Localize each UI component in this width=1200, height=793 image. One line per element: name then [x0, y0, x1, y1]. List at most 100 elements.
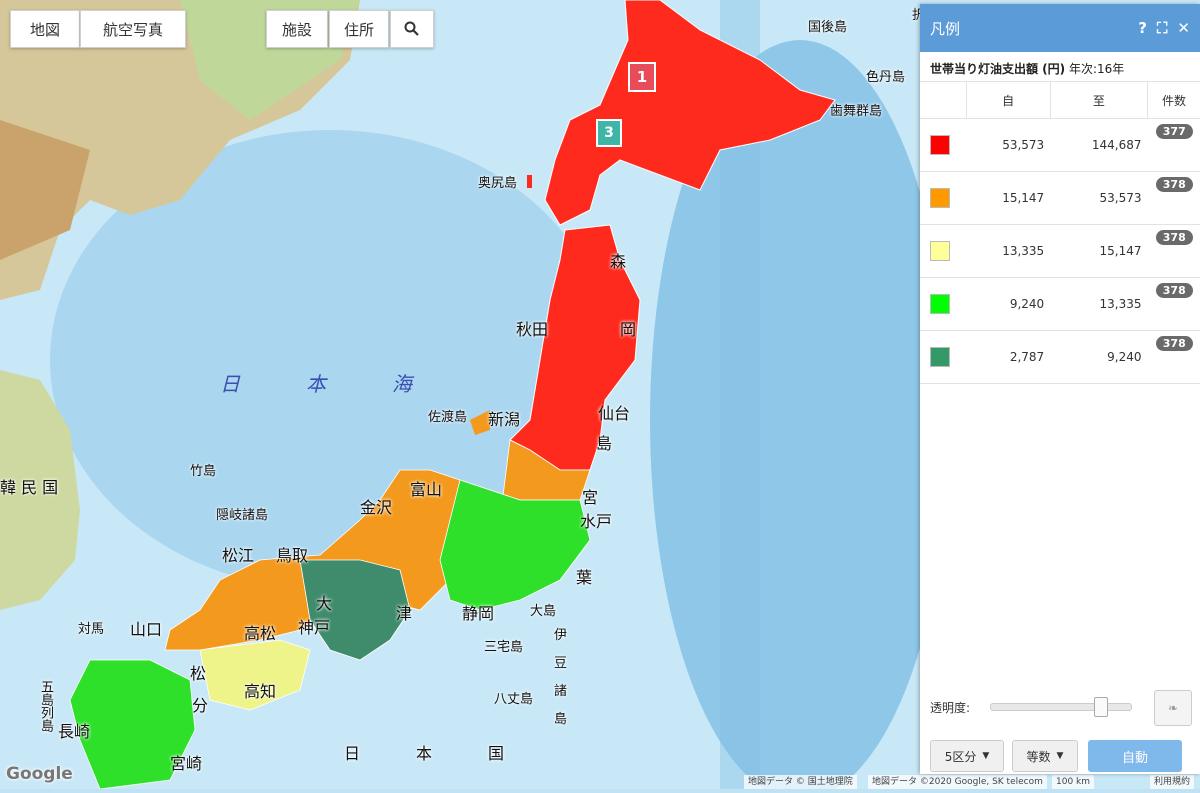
range-from: 9,240 [966, 278, 1050, 331]
legend-row[interactable]: 13,335 15,147 378 [920, 225, 1200, 278]
color-swatch[interactable] [930, 241, 950, 261]
address-button[interactable]: 住所 [329, 10, 389, 48]
rank-marker-3-icon[interactable]: 3 [596, 119, 622, 147]
map-label: 新潟 [488, 406, 520, 430]
close-icon[interactable]: ✕ [1177, 19, 1190, 37]
map-label: 竹島 [190, 460, 216, 479]
legend-swatch-cell [920, 172, 966, 225]
map-label: 津 [396, 600, 412, 624]
map-label: 本 [416, 740, 432, 764]
opacity-label: 透明度: [930, 699, 970, 716]
color-swatch[interactable] [930, 347, 950, 367]
range-to: 144,687 [1050, 119, 1147, 172]
map-label: 岡 [620, 316, 636, 340]
color-swatch[interactable] [930, 135, 950, 155]
method-dropdown[interactable]: 等数 ▼ [1012, 740, 1078, 772]
help-icon[interactable]: ? [1138, 19, 1147, 37]
map-label: 分 [192, 692, 208, 716]
legend-subtitle: 世帯当り灯油支出額 (円) 年次:16年 [920, 52, 1200, 82]
count-cell: 377 [1148, 119, 1200, 172]
search-button[interactable] [390, 10, 434, 48]
map-label: 松 [190, 660, 206, 684]
map-label: 韓 民 国 [0, 474, 58, 498]
map-label: 島 [554, 708, 567, 727]
count-badge: 378 [1156, 283, 1193, 298]
opacity-slider-thumb[interactable] [1094, 697, 1108, 717]
sea-label: 本 [306, 368, 328, 397]
map-label: 秋田 [516, 316, 548, 340]
color-swatch[interactable] [930, 294, 950, 314]
indicator-name: 世帯当り灯油支出額 (円) [930, 62, 1065, 76]
map-label: 八丈島 [494, 688, 533, 707]
map-label: 水戸 [580, 508, 612, 532]
col-count-header: 件数 [1148, 82, 1200, 119]
opacity-control: 透明度: ❧ [920, 690, 1200, 724]
google-logo: Google [6, 764, 73, 784]
leaf-toggle-button[interactable]: ❧ [1154, 690, 1192, 726]
map-label: 歯舞群島 [830, 100, 882, 119]
dropdown-arrow-icon: ▼ [982, 751, 989, 761]
map-label: 宮 [582, 484, 598, 508]
range-from: 13,335 [966, 225, 1050, 278]
dropdown-arrow-icon: ▼ [1057, 751, 1064, 761]
facility-button[interactable]: 施設 [266, 10, 328, 48]
map-label: 三宅島 [484, 636, 523, 655]
map-label: 伊 [554, 624, 567, 643]
sea-label: 海 [392, 368, 414, 397]
range-from: 2,787 [966, 331, 1050, 384]
map-label: 仙台 [598, 400, 630, 424]
col-to-header: 至 [1050, 82, 1147, 119]
method-value: 等数 [1027, 748, 1051, 765]
legend-row[interactable]: 9,240 13,335 378 [920, 278, 1200, 331]
map-label: 宮崎 [170, 750, 202, 774]
legend-row[interactable]: 2,787 9,240 378 [920, 331, 1200, 384]
map-label: 対馬 [78, 618, 104, 637]
legend-row[interactable]: 53,573 144,687 377 [920, 119, 1200, 172]
legend-swatch-cell [920, 119, 966, 172]
map-label: 鳥取 [276, 542, 308, 566]
legend-swatch-cell [920, 331, 966, 384]
leaf-icon: ❧ [1168, 701, 1178, 715]
map-label: 葉 [576, 564, 592, 588]
count-badge: 378 [1156, 336, 1193, 351]
map-label: 森 [610, 248, 626, 272]
map-label: 豆 [554, 652, 567, 671]
opacity-slider[interactable] [990, 703, 1132, 711]
map-label: 神戸 [298, 614, 330, 638]
color-swatch[interactable] [930, 188, 950, 208]
range-to: 53,573 [1050, 172, 1147, 225]
sea-label: 日 [220, 368, 242, 397]
map-label: 山口 [130, 616, 162, 640]
map-label: 日 [344, 740, 360, 764]
legend-swatch-cell [920, 225, 966, 278]
terms-link[interactable]: 利用規約 [1150, 775, 1194, 789]
map-label: 佐渡島 [428, 406, 467, 425]
legend-swatch-cell [920, 278, 966, 331]
auto-button[interactable]: 自動 [1088, 740, 1182, 772]
classification-controls: 5区分▼ 等数 ▼ 自動 [920, 740, 1200, 772]
map-label: 松江 [222, 542, 254, 566]
map-label: 島 [596, 430, 612, 454]
legend-title: 凡例 [930, 18, 1128, 39]
map-type-map-tab[interactable]: 地図 [10, 10, 80, 48]
range-to: 13,335 [1050, 278, 1147, 331]
legend-panel: 凡例 ? ⛶ ✕ 世帯当り灯油支出額 (円) 年次:16年 自 至 件数 53,… [920, 4, 1200, 774]
map-type-aerial-tab[interactable]: 航空写真 [80, 10, 186, 48]
class-count-dropdown[interactable]: 5区分▼ [930, 740, 1004, 772]
rank-marker-1-icon[interactable]: 1 [628, 62, 656, 92]
legend-row[interactable]: 15,147 53,573 378 [920, 172, 1200, 225]
map-label: 国後島 [808, 16, 847, 35]
count-cell: 378 [1148, 278, 1200, 331]
map-label: 隠岐諸島 [216, 504, 268, 523]
expand-icon[interactable]: ⛶ [1157, 19, 1168, 37]
map-label: 静岡 [462, 600, 494, 624]
map-label: 高松 [244, 620, 276, 644]
map-label: 奥尻島 [478, 172, 517, 191]
map-label: 長崎 [58, 718, 90, 742]
map-label: 国 [488, 740, 504, 764]
map-label: 高知 [244, 678, 276, 702]
swatch-header [920, 82, 966, 119]
range-to: 15,147 [1050, 225, 1147, 278]
range-from: 53,573 [966, 119, 1050, 172]
map-label: 大島 [530, 600, 556, 619]
